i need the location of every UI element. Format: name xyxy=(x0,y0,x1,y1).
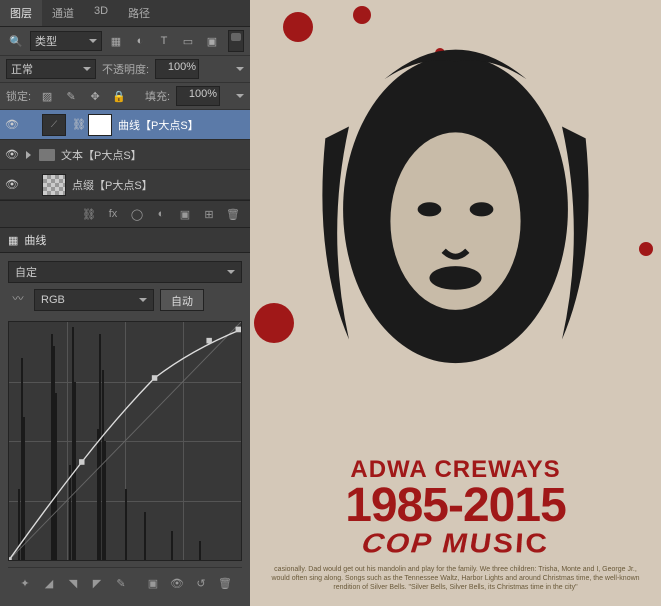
lock-transparent-icon[interactable]: ▨ xyxy=(37,87,57,105)
white-point-icon[interactable]: ◤ xyxy=(88,574,106,592)
auto-button[interactable]: 自动 xyxy=(160,289,204,311)
tab-layers[interactable]: 图层 xyxy=(0,0,42,26)
curves-title: 曲线 xyxy=(24,232,46,248)
lock-paint-icon[interactable]: ✎ xyxy=(61,87,81,105)
lock-label: 锁定: xyxy=(6,88,31,104)
layer-item-dots[interactable]: 👁 点缀【P大点S】 xyxy=(0,170,250,200)
curve-line xyxy=(9,322,241,560)
fill-input[interactable]: 100% xyxy=(176,86,220,106)
tab-3d[interactable]: 3D xyxy=(84,0,118,26)
poster-caption: casionally. Dad would get out his mandol… xyxy=(250,561,661,596)
tab-channels[interactable]: 通道 xyxy=(42,0,84,26)
chevron-down-icon xyxy=(227,270,235,274)
filter-adjust-icon[interactable]: ◐ xyxy=(130,32,150,50)
sampler-icon[interactable]: ✦ xyxy=(16,574,34,592)
layer-thumb xyxy=(42,174,66,196)
mask-icon[interactable]: ◯ xyxy=(128,205,146,223)
visibility-icon[interactable]: 👁 xyxy=(4,178,20,191)
view-previous-icon[interactable]: 👁 xyxy=(168,574,186,592)
poster-years: 1985-2015 xyxy=(250,484,661,527)
blend-mode-value: 正常 xyxy=(11,61,33,77)
filter-text-icon[interactable]: T xyxy=(154,32,174,50)
folder-icon xyxy=(39,149,55,161)
link-icon: ⛓ xyxy=(72,118,82,131)
search-icon: 🔍 xyxy=(6,32,26,50)
expand-icon[interactable] xyxy=(26,151,31,159)
layers-panel: 🔍 类型 ▦ ◐ T ▭ ▣ 正常 不透明度: 100% 锁定: ▨ xyxy=(0,27,250,228)
poster-subtitle: COP MUSIC xyxy=(250,529,661,560)
layer-mask-thumb[interactable] xyxy=(88,114,112,136)
curves-panel: ▦ 曲线 自定 〰 RGB 自动 xyxy=(0,228,250,606)
lock-row: 锁定: ▨ ✎ ✥ 🔒 填充: 100% xyxy=(0,83,250,110)
layer-item-text-group[interactable]: 👁 文本【P大点S】 xyxy=(0,140,250,170)
preset-dropdown[interactable]: 自定 xyxy=(8,261,242,283)
face-silhouette xyxy=(270,20,641,446)
chevron-down-icon[interactable] xyxy=(236,94,244,98)
trash-icon[interactable]: 🗑 xyxy=(216,574,234,592)
filter-type-dropdown[interactable]: 类型 xyxy=(30,31,102,51)
adjustment-icon: ▦ xyxy=(8,234,18,247)
panel-tabs: 图层 通道 3D 路径 xyxy=(0,0,250,27)
layer-filter-bar: 🔍 类型 ▦ ◐ T ▭ ▣ xyxy=(0,27,250,56)
visibility-icon[interactable]: 👁 xyxy=(4,148,20,161)
new-layer-icon[interactable]: ⊞ xyxy=(200,205,218,223)
group-icon[interactable]: ▣ xyxy=(176,205,194,223)
layer-name: 曲线【P大点S】 xyxy=(118,117,199,133)
lock-all-icon[interactable]: 🔒 xyxy=(109,87,129,105)
canvas[interactable]: ADWA CREWAYS 1985-2015 COP MUSIC casiona… xyxy=(250,0,661,606)
opacity-input[interactable]: 100% xyxy=(155,59,199,79)
adjustment-icon[interactable]: ◐ xyxy=(152,205,170,223)
black-point-icon[interactable]: ◢ xyxy=(40,574,58,592)
layer-footer: ⛓ fx ◯ ◐ ▣ ⊞ 🗑 xyxy=(0,200,250,227)
preset-value: 自定 xyxy=(15,264,37,280)
layer-item-curves[interactable]: 👁 ⟋ ⛓ 曲线【P大点S】 xyxy=(0,110,250,140)
chevron-down-icon xyxy=(83,67,91,71)
layer-thumb: ⟋ xyxy=(42,114,66,136)
layer-name: 点缀【P大点S】 xyxy=(72,177,153,193)
chevron-down-icon xyxy=(139,298,147,302)
chevron-down-icon xyxy=(89,39,97,43)
curves-header: ▦ 曲线 xyxy=(0,228,250,253)
filter-type-label: 类型 xyxy=(35,33,57,49)
blend-row: 正常 不透明度: 100% xyxy=(0,56,250,83)
lock-position-icon[interactable]: ✥ xyxy=(85,87,105,105)
opacity-label: 不透明度: xyxy=(102,61,149,77)
tab-paths[interactable]: 路径 xyxy=(118,0,160,26)
filter-toggle[interactable] xyxy=(228,30,244,52)
filter-shape-icon[interactable]: ▭ xyxy=(178,32,198,50)
visibility-icon[interactable]: 👁 xyxy=(4,118,20,131)
fx-icon[interactable]: fx xyxy=(104,205,122,223)
chevron-down-icon[interactable] xyxy=(236,67,244,71)
curves-footer: ✦ ◢ ◥ ◤ ✎ ▣ 👁 ↺ 🗑 xyxy=(8,567,242,598)
channel-dropdown[interactable]: RGB xyxy=(34,289,154,311)
filter-smart-icon[interactable]: ▣ xyxy=(202,32,222,50)
gray-point-icon[interactable]: ◥ xyxy=(64,574,82,592)
clip-icon[interactable]: ▣ xyxy=(144,574,162,592)
fill-label: 填充: xyxy=(145,88,170,104)
channel-value: RGB xyxy=(41,294,65,306)
blend-mode-dropdown[interactable]: 正常 xyxy=(6,59,96,79)
left-panel: 图层 通道 3D 路径 🔍 类型 ▦ ◐ T ▭ ▣ 正常 不透明度: 100% xyxy=(0,0,250,606)
lock-icons: ▨ ✎ ✥ 🔒 xyxy=(37,87,129,105)
reset-icon[interactable]: ↺ xyxy=(192,574,210,592)
link-layers-icon[interactable]: ⛓ xyxy=(80,205,98,223)
poster-portrait xyxy=(270,20,641,446)
layer-list: 👁 ⟋ ⛓ 曲线【P大点S】 👁 文本【P大点S】 👁 点缀【P大点S】 xyxy=(0,110,250,200)
trash-icon[interactable]: 🗑 xyxy=(224,205,242,223)
edit-points-icon[interactable]: ✎ xyxy=(112,574,130,592)
curve-tool-icon[interactable]: 〰 xyxy=(8,289,28,307)
poster-text: ADWA CREWAYS 1985-2015 COP MUSIC casiona… xyxy=(250,456,661,596)
filter-pixel-icon[interactable]: ▦ xyxy=(106,32,126,50)
curve-graph[interactable] xyxy=(8,321,242,561)
layer-name: 文本【P大点S】 xyxy=(61,147,142,163)
curves-body: 自定 〰 RGB 自动 xyxy=(0,253,250,606)
